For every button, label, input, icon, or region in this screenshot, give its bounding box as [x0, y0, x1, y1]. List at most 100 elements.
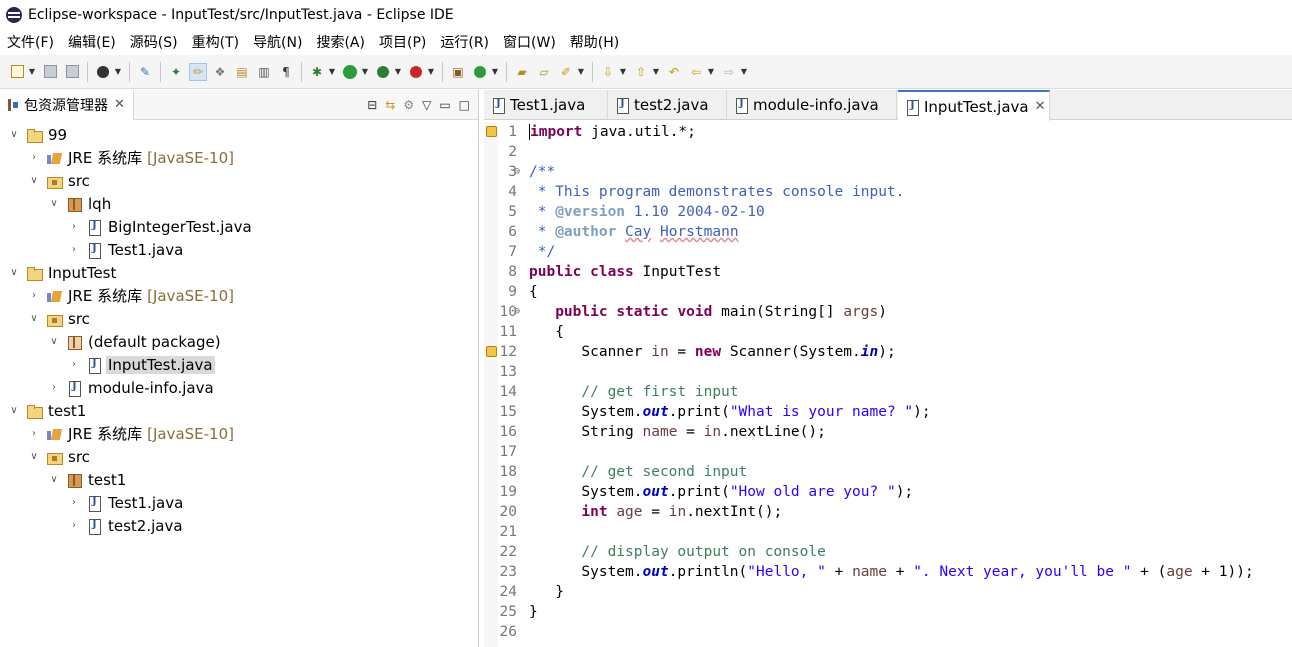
code-text-area[interactable]: ⊖ ⊖ 1 2 3 4 5 6 7 8 9 10 11 12 13 14 15 … [484, 122, 1292, 647]
chevron-down-icon[interactable]: ∨ [48, 336, 60, 348]
menu-refactor[interactable]: 重构(T) [185, 32, 246, 52]
menu-project[interactable]: 项目(P) [372, 32, 433, 52]
debug-icon[interactable]: ✱ [308, 63, 326, 81]
coverage-icon[interactable] [374, 63, 392, 81]
chevron-down-icon[interactable]: ∨ [48, 474, 60, 486]
external-tools-icon[interactable] [407, 63, 425, 81]
previous-annotation-icon[interactable]: ⇧ [632, 63, 650, 81]
search-dropdown-icon[interactable]: ▼ [577, 63, 585, 81]
menu-help[interactable]: 帮助(H) [563, 32, 626, 52]
search-icon[interactable]: ✐ [557, 63, 575, 81]
open-type-icon[interactable]: ▰ [513, 63, 531, 81]
chevron-down-icon[interactable]: ∨ [28, 313, 40, 325]
menu-navigate[interactable]: 导航(N) [246, 32, 309, 52]
collapse-all-icon[interactable]: ⊟ [367, 98, 377, 112]
next-annotation-icon[interactable]: ⇩ [599, 63, 617, 81]
new-java-package-icon[interactable]: ▣ [449, 63, 467, 81]
tree-item-label: JRE 系统库 [68, 425, 143, 443]
perspective-dropdown-icon[interactable]: ▼ [114, 63, 122, 81]
chevron-right-icon[interactable]: › [48, 382, 60, 394]
new-dropdown-icon[interactable]: ▼ [28, 63, 36, 81]
word-wrap-icon[interactable]: ▥ [255, 63, 273, 81]
pilcrow-icon[interactable]: ¶ [277, 63, 295, 81]
tree-item-src[interactable]: ∨ src [0, 307, 479, 330]
tree-item-file[interactable]: › BigIntegerTest.java [0, 215, 479, 238]
chevron-down-icon[interactable]: ∨ [28, 451, 40, 463]
toggle-block-selection-icon[interactable]: ❖ [211, 63, 229, 81]
tree-item-jre[interactable]: › JRE 系统库 [JavaSE-10] [0, 422, 479, 445]
menu-run[interactable]: 运行(R) [433, 32, 496, 52]
show-whitespace-icon[interactable]: ▤ [233, 63, 251, 81]
tree-item-file[interactable]: › Test1.java [0, 491, 479, 514]
menu-source[interactable]: 源码(S) [123, 32, 185, 52]
tree-item-package-test1[interactable]: ∨ test1 [0, 468, 479, 491]
close-icon[interactable]: ✕ [1035, 99, 1046, 114]
editor-tab-module-info[interactable]: module-info.java [727, 90, 897, 120]
editor-tab-test1[interactable]: Test1.java [484, 90, 608, 120]
tree-item-src[interactable]: ∨ src [0, 169, 479, 192]
maximize-icon[interactable]: □ [459, 98, 470, 112]
tree-item-default-package[interactable]: ∨ (default package) [0, 330, 479, 353]
chevron-right-icon[interactable]: › [28, 290, 40, 302]
coverage-dropdown-icon[interactable]: ▼ [394, 63, 402, 81]
new-icon[interactable] [8, 63, 26, 81]
chevron-right-icon[interactable]: › [28, 428, 40, 440]
previous-annotation-dropdown-icon[interactable]: ▼ [652, 63, 660, 81]
chevron-right-icon[interactable]: › [28, 152, 40, 164]
menu-edit[interactable]: 编辑(E) [61, 32, 123, 52]
tree-item-file[interactable]: › module-info.java [0, 376, 479, 399]
next-annotation-dropdown-icon[interactable]: ▼ [619, 63, 627, 81]
chevron-down-icon[interactable]: ∨ [28, 175, 40, 187]
menu-search[interactable]: 搜索(A) [309, 32, 372, 52]
save-icon[interactable] [41, 63, 59, 81]
editor-tab-test2[interactable]: test2.java [608, 90, 727, 120]
chevron-right-icon[interactable]: › [68, 520, 80, 532]
package-explorer-tab[interactable]: 包资源管理器 ✕ [0, 89, 134, 120]
save-all-icon[interactable] [63, 63, 81, 81]
chevron-right-icon[interactable]: › [68, 244, 80, 256]
view-menu-icon[interactable]: ▽ [422, 98, 431, 112]
tree-item-file-selected[interactable]: › InputTest.java [0, 353, 479, 376]
run-dropdown-icon[interactable]: ▼ [361, 63, 369, 81]
code-line: { [529, 324, 564, 340]
tree-item-jre[interactable]: › JRE 系统库 [JavaSE-10] [0, 146, 479, 169]
new-java-class-icon[interactable] [471, 63, 489, 81]
new-class-dropdown-icon[interactable]: ▼ [491, 63, 499, 81]
open-perspective-icon[interactable] [94, 63, 112, 81]
close-icon[interactable]: ✕ [114, 97, 125, 112]
tree-item-jre[interactable]: › JRE 系统库 [JavaSE-10] [0, 284, 479, 307]
minimize-icon[interactable]: ▭ [439, 98, 450, 112]
tree-item-src[interactable]: ∨ src [0, 445, 479, 468]
filter-icon[interactable]: ⚙ [403, 98, 414, 112]
menu-window[interactable]: 窗口(W) [496, 32, 563, 52]
forward-dropdown-icon[interactable]: ▼ [740, 63, 748, 81]
editor-tab-inputtest[interactable]: InputTest.java ✕ [898, 90, 1050, 121]
source-folder-icon [46, 173, 63, 189]
chevron-down-icon[interactable]: ∨ [8, 129, 20, 141]
open-declaration-icon[interactable]: ✦ [167, 63, 185, 81]
mark-occurrences-icon[interactable]: ✏ [189, 62, 207, 81]
run-icon[interactable] [341, 63, 359, 81]
skip-breakpoints-icon[interactable]: ✎ [136, 63, 154, 81]
link-with-editor-icon[interactable]: ⇆ [385, 98, 395, 112]
open-task-icon[interactable]: ▱ [535, 63, 553, 81]
chevron-down-icon[interactable]: ∨ [48, 198, 60, 210]
forward-icon[interactable]: ⇨ [720, 63, 738, 81]
chevron-right-icon[interactable]: › [68, 221, 80, 233]
tree-item-project-test1[interactable]: ∨ test1 [0, 399, 479, 422]
back-dropdown-icon[interactable]: ▼ [707, 63, 715, 81]
tree-item-file[interactable]: › Test1.java [0, 238, 479, 261]
debug-dropdown-icon[interactable]: ▼ [328, 63, 336, 81]
chevron-right-icon[interactable]: › [68, 359, 80, 371]
menu-file[interactable]: 文件(F) [0, 32, 61, 52]
chevron-down-icon[interactable]: ∨ [8, 267, 20, 279]
tree-item-project-99[interactable]: ∨ 99 [0, 123, 479, 146]
last-edit-location-icon[interactable]: ↶ [665, 63, 683, 81]
tree-item-package-lqh[interactable]: ∨ lqh [0, 192, 479, 215]
back-icon[interactable]: ⇦ [687, 63, 705, 81]
chevron-right-icon[interactable]: › [68, 497, 80, 509]
tree-item-file[interactable]: › test2.java [0, 514, 479, 537]
chevron-down-icon[interactable]: ∨ [8, 405, 20, 417]
tree-item-project-inputtest[interactable]: ∨ InputTest [0, 261, 479, 284]
external-tools-dropdown-icon[interactable]: ▼ [427, 63, 435, 81]
